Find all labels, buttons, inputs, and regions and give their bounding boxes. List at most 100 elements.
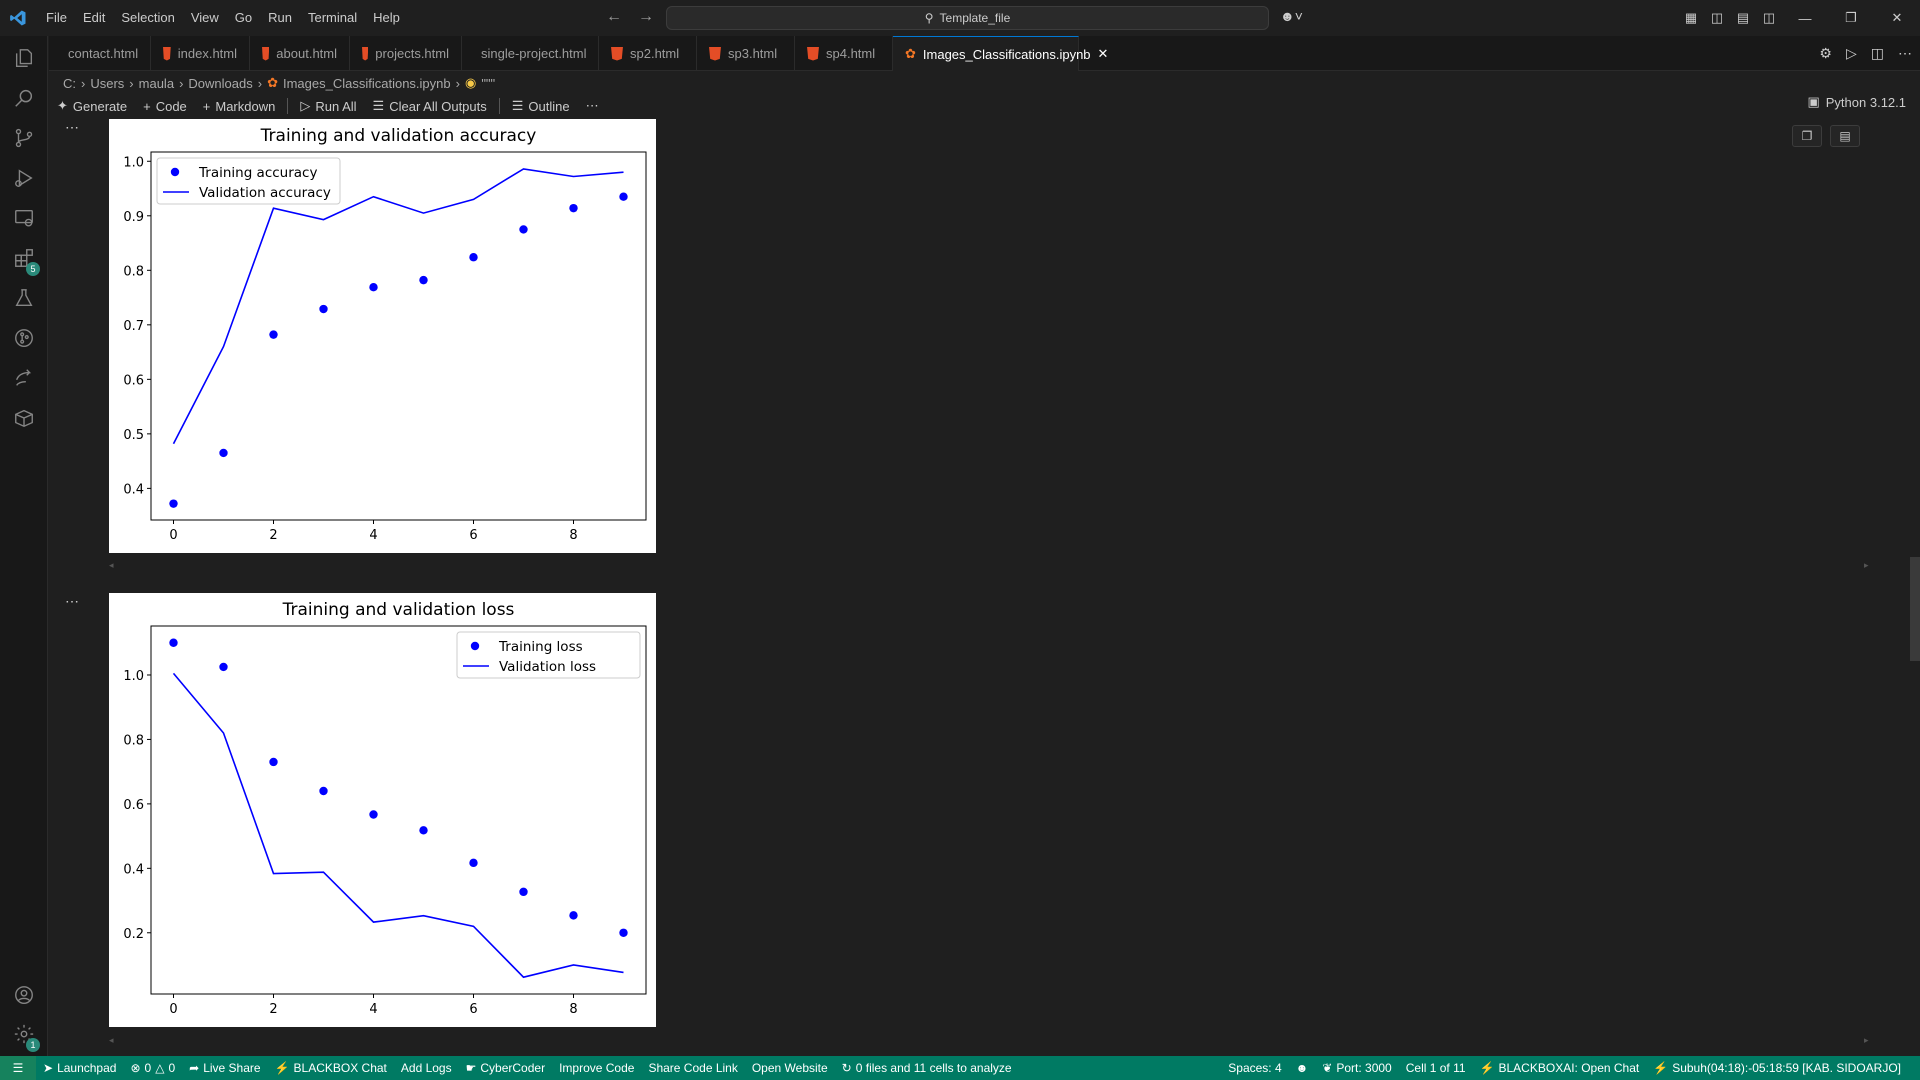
kernel-picker[interactable]: ▣ Python 3.12.1 bbox=[1807, 94, 1906, 110]
clear-all-outputs-button[interactable]: ☰ Clear All Outputs bbox=[365, 98, 495, 114]
minimize-icon[interactable]: — bbox=[1782, 11, 1828, 26]
scroll-left-arrow[interactable]: ◂ bbox=[109, 1035, 114, 1046]
chart-title: Training and validation loss bbox=[282, 600, 515, 620]
add-logs-item[interactable]: Add Logs bbox=[394, 1061, 459, 1075]
gear-icon[interactable]: ⚙ bbox=[1819, 45, 1832, 62]
menu-edit[interactable]: Edit bbox=[75, 0, 113, 36]
cell-position-item[interactable]: Cell 1 of 11 bbox=[1399, 1061, 1473, 1075]
breadcrumb-maula[interactable]: maula bbox=[139, 76, 174, 91]
cell-output-more[interactable]: ⋯ bbox=[65, 119, 80, 136]
packages-icon[interactable] bbox=[12, 406, 36, 430]
live-share-icon[interactable] bbox=[12, 366, 36, 390]
breadcrumb-drive[interactable]: C: bbox=[63, 76, 76, 91]
menu-terminal[interactable]: Terminal bbox=[300, 0, 365, 36]
scroll-right-arrow[interactable]: ▸ bbox=[1864, 1035, 1869, 1046]
copilot-status-icon[interactable]: ☻ bbox=[1289, 1061, 1316, 1075]
scroll-left-arrow[interactable]: ◂ bbox=[109, 560, 114, 571]
git-graph-icon[interactable] bbox=[12, 326, 36, 350]
share-code-link-item[interactable]: Share Code Link bbox=[641, 1061, 744, 1075]
prayer-time-item[interactable]: ⚡ Subuh(04:18):-05:18:59 [KAB. SIDOARJO] bbox=[1646, 1061, 1908, 1075]
testing-flask-icon[interactable] bbox=[12, 286, 36, 310]
lightning-icon: ⚡ bbox=[1653, 1061, 1669, 1075]
toggle-panel-icon[interactable]: ▤ bbox=[1730, 10, 1756, 26]
cybercoder-item[interactable]: ☛ CyberCoder bbox=[459, 1061, 552, 1075]
copilot-icon[interactable]: ☻˅ bbox=[1280, 8, 1303, 24]
command-center-search[interactable]: ⚲ Template_file bbox=[666, 6, 1269, 30]
split-editor-icon[interactable]: ◫ bbox=[1871, 45, 1884, 62]
error-icon: ⊗ bbox=[130, 1061, 141, 1075]
tab-projects[interactable]: projects.html bbox=[350, 36, 462, 71]
tab-single-project[interactable]: single-project.html bbox=[462, 36, 599, 71]
clear-outputs-icon: ☰ bbox=[372, 98, 385, 113]
more-toolbar-button[interactable]: ⋯ bbox=[578, 98, 607, 114]
live-share-item[interactable]: ➦ Live Share bbox=[182, 1061, 267, 1075]
toggle-primary-sidebar-icon[interactable]: ◫ bbox=[1704, 10, 1730, 26]
port-item[interactable]: ❦ Port: 3000 bbox=[1315, 1061, 1398, 1075]
validation-line bbox=[172, 168, 624, 445]
tab-sp4[interactable]: sp4.html bbox=[795, 36, 893, 71]
tab-contact[interactable]: contact.html bbox=[49, 36, 151, 71]
close-tab-icon[interactable]: ✕ bbox=[1098, 46, 1109, 62]
sync-icon: ↻ bbox=[841, 1061, 852, 1075]
more-actions-icon[interactable]: ⋯ bbox=[1898, 45, 1912, 62]
search-icon[interactable] bbox=[12, 86, 36, 110]
menu-file[interactable]: File bbox=[38, 0, 75, 36]
title-bar: File Edit Selection View Go Run Terminal… bbox=[0, 0, 1920, 36]
tab-index[interactable]: index.html bbox=[151, 36, 250, 71]
close-window-icon[interactable]: ✕ bbox=[1874, 10, 1920, 26]
add-code-button[interactable]: + Code bbox=[135, 99, 195, 114]
customize-layout-icon[interactable]: ▦ bbox=[1678, 10, 1704, 26]
copy-output-icon[interactable]: ❐ bbox=[1792, 125, 1822, 147]
tab-about[interactable]: about.html bbox=[250, 36, 350, 71]
live-share-icon: ➦ bbox=[189, 1061, 200, 1075]
breadcrumb-file[interactable]: Images_Classifications.ipynb bbox=[283, 76, 451, 91]
remote-explorer-icon[interactable] bbox=[12, 206, 36, 230]
accounts-icon[interactable] bbox=[12, 983, 36, 1007]
plus-icon: + bbox=[143, 98, 151, 114]
add-markdown-button[interactable]: + Markdown bbox=[195, 99, 284, 114]
problems-item[interactable]: ⊗ 0 △ 0 bbox=[123, 1061, 182, 1075]
indentation-item[interactable]: Spaces: 4 bbox=[1221, 1061, 1288, 1075]
run-all-button[interactable]: ▷ Run All bbox=[292, 98, 364, 114]
outline-label: Outline bbox=[528, 98, 570, 114]
outline-button[interactable]: ☰ Outline bbox=[504, 98, 578, 114]
launchpad-item[interactable]: ➤ Launchpad bbox=[36, 1061, 123, 1075]
breadcrumb-cell[interactable]: """ bbox=[481, 76, 495, 91]
vertical-scrollbar[interactable] bbox=[1910, 557, 1920, 661]
menu-run[interactable]: Run bbox=[260, 0, 300, 36]
source-control-icon[interactable] bbox=[12, 126, 36, 150]
legend-training-label: Training loss bbox=[498, 639, 583, 655]
lightning-icon: ⚡ bbox=[274, 1061, 290, 1075]
menu-help[interactable]: Help bbox=[365, 0, 408, 36]
scroll-right-arrow[interactable]: ▸ bbox=[1864, 560, 1869, 571]
tab-sp2[interactable]: sp2.html bbox=[599, 36, 697, 71]
blackbox-open-chat-item[interactable]: ⚡ BLACKBOXAI: Open Chat bbox=[1473, 1061, 1647, 1075]
back-arrow-icon[interactable]: ← bbox=[606, 8, 622, 26]
menu-view[interactable]: View bbox=[183, 0, 227, 36]
analyze-item[interactable]: ↻ 0 files and 11 cells to analyze bbox=[835, 1061, 1019, 1075]
open-website-item[interactable]: Open Website bbox=[745, 1061, 835, 1075]
blackbox-chat-item[interactable]: ⚡ BLACKBOX Chat bbox=[268, 1061, 394, 1075]
generate-button[interactable]: ✦ Generate bbox=[49, 98, 135, 114]
run-icon[interactable]: ▷ bbox=[1846, 45, 1857, 62]
run-debug-icon[interactable] bbox=[12, 166, 36, 190]
save-output-icon[interactable]: ▤ bbox=[1830, 125, 1860, 147]
menu-selection[interactable]: Selection bbox=[113, 0, 182, 36]
tab-images-classifications[interactable]: ✿ Images_Classifications.ipynb ✕ bbox=[893, 36, 1108, 71]
improve-code-item[interactable]: Improve Code bbox=[552, 1061, 641, 1075]
y-tick-label: 0.4 bbox=[123, 862, 144, 877]
explorer-icon[interactable] bbox=[12, 46, 36, 70]
forward-arrow-icon[interactable]: → bbox=[638, 8, 654, 26]
tab-label: contact.html bbox=[68, 46, 139, 61]
vscode-logo-icon bbox=[8, 8, 28, 28]
breadcrumb-users[interactable]: Users bbox=[90, 76, 124, 91]
restore-icon[interactable]: ❐ bbox=[1828, 10, 1874, 26]
tab-sp3[interactable]: sp3.html bbox=[697, 36, 795, 71]
breadcrumb-downloads[interactable]: Downloads bbox=[188, 76, 252, 91]
remote-indicator-icon[interactable]: ☰ bbox=[0, 1056, 36, 1080]
legend-point-marker bbox=[170, 167, 180, 177]
training-point bbox=[519, 225, 528, 234]
toggle-secondary-sidebar-icon[interactable]: ◫ bbox=[1756, 10, 1782, 26]
cell-output-more[interactable]: ⋯ bbox=[65, 593, 80, 610]
menu-go[interactable]: Go bbox=[227, 0, 260, 36]
